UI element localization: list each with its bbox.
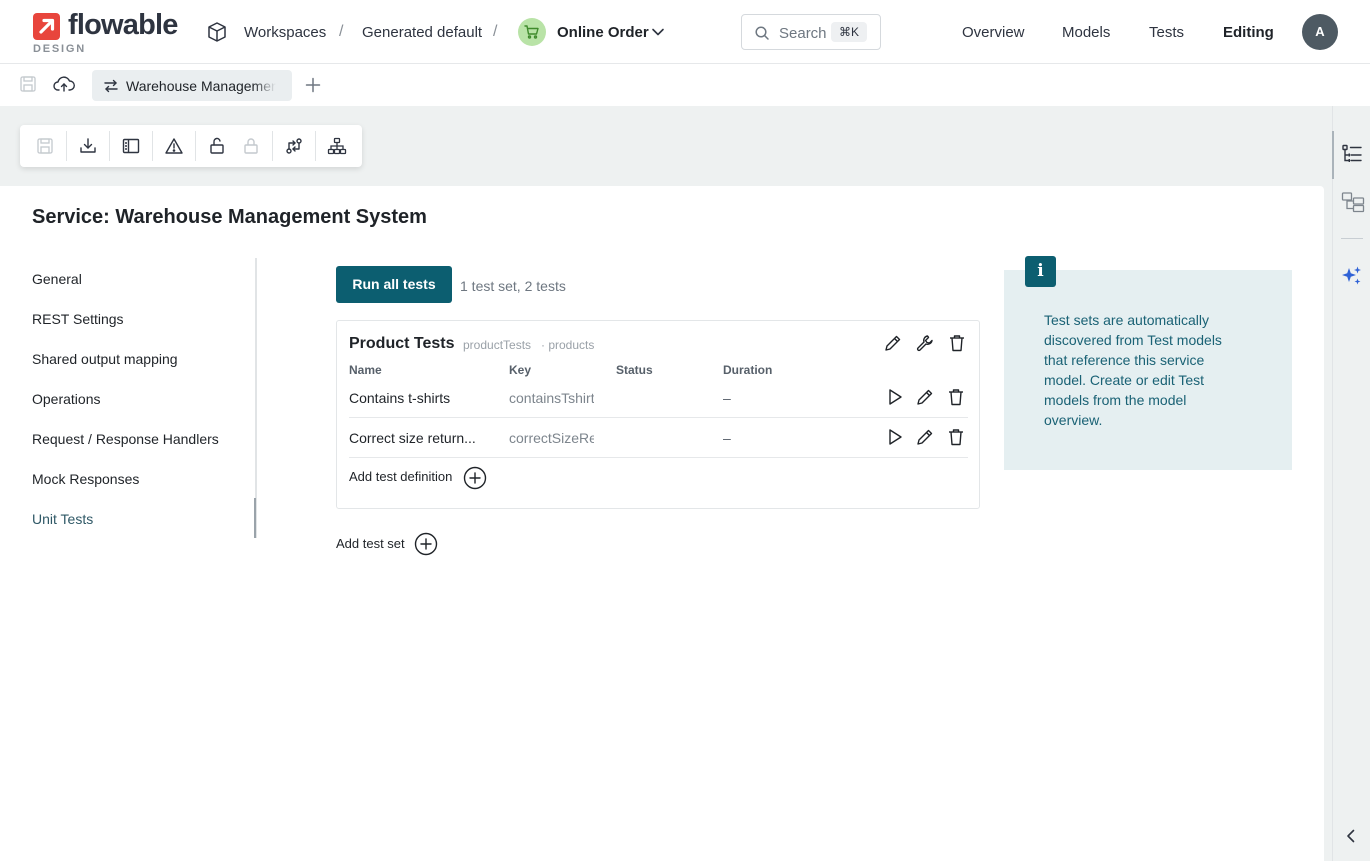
panel-icon[interactable] <box>121 136 141 156</box>
nav-models[interactable]: Models <box>1062 24 1110 41</box>
delete-test-trash-icon[interactable] <box>946 387 966 407</box>
test-set-title: Product Tests <box>349 335 455 352</box>
right-side-rail <box>1332 106 1370 861</box>
tree-list-icon[interactable] <box>1341 143 1363 165</box>
run-all-tests-button[interactable]: Run all tests <box>336 266 452 303</box>
side-nav-general[interactable]: General <box>32 271 82 287</box>
breadcrumb-app[interactable]: Online Order <box>557 24 649 41</box>
info-text: Test sets are automatically discovered f… <box>1044 312 1222 428</box>
test-name: Contains t-shirts <box>349 390 451 406</box>
edit-test-pencil-icon[interactable] <box>915 387 935 407</box>
column-name: Name <box>349 363 382 377</box>
run-test-play-icon[interactable] <box>885 387 905 407</box>
structure-icon[interactable] <box>1341 191 1365 213</box>
test-set-operation: · products <box>541 338 595 352</box>
add-test-definition-label[interactable]: Add test definition <box>349 469 452 484</box>
toolbar-divider <box>315 131 316 161</box>
top-navigation: flowable DESIGN Workspaces / Generated d… <box>0 0 1370 64</box>
column-status: Status <box>616 363 653 377</box>
run-test-play-icon[interactable] <box>885 427 905 447</box>
save-icon[interactable] <box>35 136 55 156</box>
flowable-logo[interactable]: flowable DESIGN <box>32 9 187 56</box>
test-set-key: productTests <box>463 338 532 352</box>
side-nav-shared-output-mapping[interactable]: Shared output mapping <box>32 351 178 367</box>
service-editor-panel: Service: Warehouse Management System Gen… <box>0 186 1324 861</box>
search-box[interactable]: Search ⌘K <box>741 14 881 50</box>
app-badge[interactable] <box>518 18 546 46</box>
logo-subtitle: DESIGN <box>33 43 86 55</box>
editor-tab-strip: Warehouse Management System <box>0 64 1370 106</box>
side-nav-mock-responses[interactable]: Mock Responses <box>32 471 139 487</box>
lock-icon[interactable] <box>241 136 261 156</box>
add-tab-plus-icon[interactable] <box>305 77 321 93</box>
work-area: Service: Warehouse Management System Gen… <box>0 106 1332 861</box>
column-duration: Duration <box>723 363 773 377</box>
logo-wordmark: flowable <box>68 9 178 41</box>
nav-editing[interactable]: Editing <box>1223 24 1274 41</box>
workspaces-cube-icon[interactable] <box>206 21 228 43</box>
hierarchy-icon[interactable] <box>327 136 347 156</box>
test-duration: – <box>723 430 731 446</box>
add-test-set-label[interactable]: Add test set <box>336 536 405 551</box>
test-key: containsTshirts <box>509 390 594 406</box>
toolbar-divider <box>195 131 196 161</box>
active-section-indicator <box>254 498 256 538</box>
test-set-settings-wrench-icon[interactable] <box>915 333 935 353</box>
info-badge-letter: i <box>1037 261 1044 281</box>
delete-test-set-trash-icon[interactable] <box>947 333 967 353</box>
tab-warehouse-management-system[interactable]: Warehouse Management System <box>92 70 292 101</box>
warning-icon[interactable] <box>164 136 184 156</box>
rail-active-indicator <box>1332 131 1334 179</box>
avatar[interactable]: A <box>1302 14 1338 50</box>
search-icon <box>754 25 770 41</box>
breadcrumb-workspaces[interactable]: Workspaces <box>244 24 326 41</box>
add-test-set-plus-icon[interactable] <box>414 532 438 556</box>
table-row[interactable]: Contains t-shirts containsTshirts – <box>349 378 968 418</box>
search-placeholder: Search <box>779 25 827 42</box>
side-nav-operations[interactable]: Operations <box>32 391 100 407</box>
rail-divider <box>1341 238 1363 239</box>
toolbar-divider <box>272 131 273 161</box>
column-key: Key <box>509 363 532 377</box>
toolbar-divider <box>152 131 153 161</box>
service-swap-icon <box>103 78 119 94</box>
edit-test-pencil-icon[interactable] <box>915 427 935 447</box>
test-summary: 1 test set, 2 tests <box>460 278 566 294</box>
cloud-upload-icon[interactable] <box>53 75 75 93</box>
breadcrumb-workspace[interactable]: Generated default <box>362 24 482 41</box>
table-row[interactable]: Correct size return... correctSizeReturn… <box>349 418 968 458</box>
download-icon[interactable] <box>78 136 98 156</box>
collapse-chevron-icon[interactable] <box>1343 828 1359 844</box>
breadcrumb-separator: / <box>339 23 344 40</box>
info-icon: i <box>1025 256 1056 287</box>
side-nav-request-response-handlers[interactable]: Request / Response Handlers <box>32 431 219 447</box>
nav-tests[interactable]: Tests <box>1149 24 1184 41</box>
test-key: correctSizeReturned <box>509 430 594 446</box>
toolbar-divider <box>109 131 110 161</box>
side-nav-unit-tests[interactable]: Unit Tests <box>32 511 93 527</box>
test-set-card: Product Tests productTests · products Na… <box>336 320 980 509</box>
test-duration: – <box>723 390 731 406</box>
edit-test-set-pencil-icon[interactable] <box>883 333 903 353</box>
save-all-icon[interactable] <box>19 75 37 93</box>
search-shortcut-badge: ⌘K <box>831 22 868 42</box>
ai-sparkle-icon[interactable] <box>1341 265 1363 287</box>
flowable-logo-mark-icon <box>33 13 60 40</box>
side-nav-rest-settings[interactable]: REST Settings <box>32 311 124 327</box>
editor-toolbar <box>20 125 362 167</box>
page-title: Service: Warehouse Management System <box>32 206 427 228</box>
tab-label: Warehouse Management System <box>126 78 276 94</box>
add-test-definition-plus-icon[interactable] <box>463 466 487 490</box>
compare-icon[interactable] <box>284 136 304 156</box>
section-navigation: General REST Settings Shared output mapp… <box>32 258 257 538</box>
nav-overview[interactable]: Overview <box>962 24 1025 41</box>
unlock-icon[interactable] <box>207 136 227 156</box>
delete-test-trash-icon[interactable] <box>946 427 966 447</box>
breadcrumb-separator: / <box>493 23 498 40</box>
chevron-down-icon[interactable] <box>651 25 665 39</box>
toolbar-divider <box>66 131 67 161</box>
test-name: Correct size return... <box>349 430 476 446</box>
